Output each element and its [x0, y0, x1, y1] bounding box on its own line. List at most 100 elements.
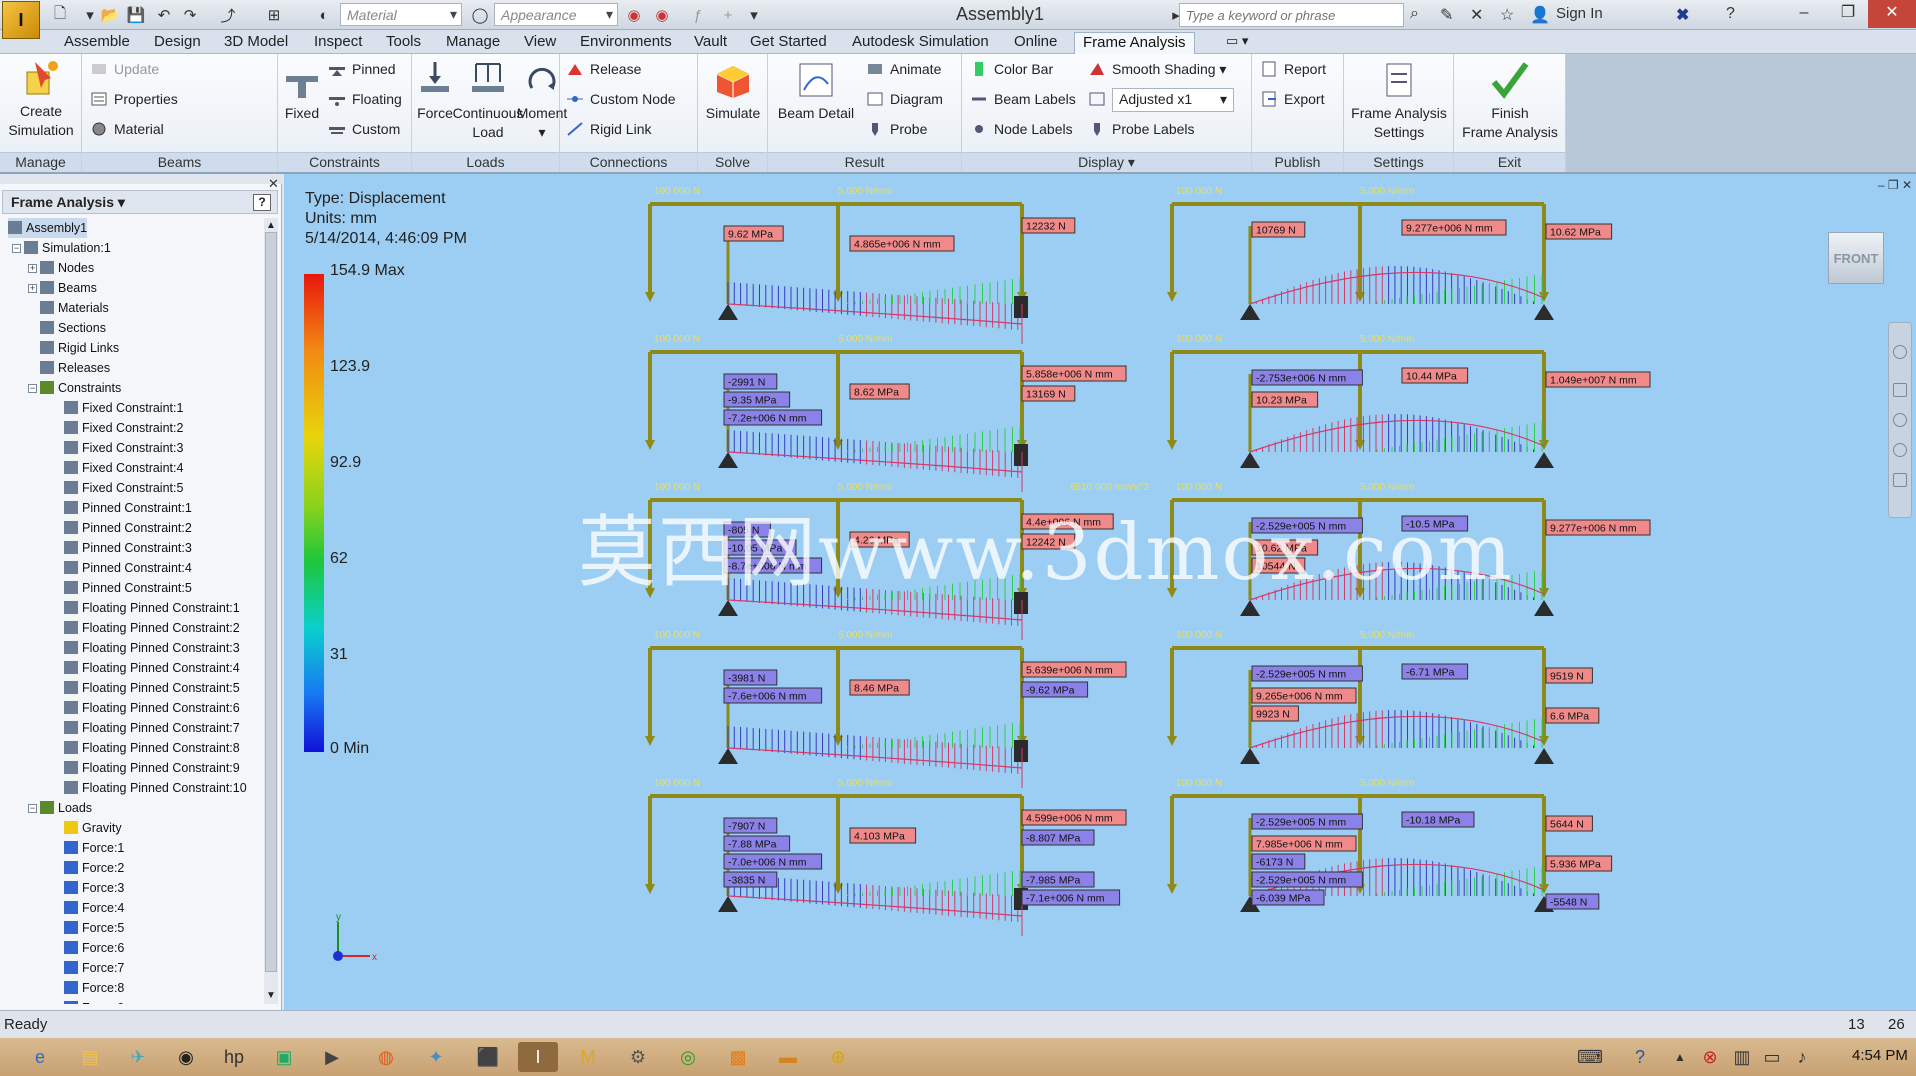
continuous-load-button[interactable]: Continuous Load — [452, 60, 524, 142]
tab-online[interactable]: Online — [1006, 32, 1065, 54]
tree-item[interactable]: Floating Pinned Constraint:10 — [64, 778, 247, 798]
tree-item[interactable]: Floating Pinned Constraint:1 — [64, 598, 240, 618]
tree-item[interactable]: Fixed Constraint:4 — [64, 458, 183, 478]
beam-detail-button[interactable]: Beam Detail — [768, 60, 864, 123]
tree-item[interactable]: Pinned Constraint:5 — [64, 578, 192, 598]
panel-label-display[interactable]: Display ▾ — [962, 152, 1251, 172]
tree-item[interactable]: Force:7 — [64, 958, 124, 978]
help-tray-icon[interactable]: ? — [1620, 1042, 1660, 1072]
simulate-button[interactable]: Simulate — [698, 60, 768, 123]
tree-item[interactable]: Pinned Constraint:1 — [64, 498, 192, 518]
tree-item[interactable]: Force:3 — [64, 878, 124, 898]
color-override-icon[interactable]: ◐ — [312, 4, 336, 26]
zoom-icon[interactable] — [1893, 413, 1907, 427]
appearance-icon[interactable]: ◯ — [468, 4, 492, 26]
tab-frame-analysis[interactable]: Frame Analysis — [1074, 32, 1195, 54]
maximize-button[interactable]: ❐ — [1826, 0, 1870, 28]
tab-view[interactable]: View — [516, 32, 564, 54]
tree-item[interactable]: Pinned Constraint:4 — [64, 558, 192, 578]
tab-environments[interactable]: Environments — [572, 32, 680, 54]
tree-item[interactable]: Force:9 — [64, 998, 124, 1004]
mail-icon[interactable]: M — [568, 1042, 608, 1072]
help-search-input[interactable] — [1179, 3, 1404, 27]
node-labels-button[interactable]: Node Labels — [968, 118, 1073, 140]
keyboard-icon[interactable]: ⌨ — [1570, 1042, 1610, 1072]
export-button[interactable]: Export — [1258, 88, 1324, 110]
tools-icon[interactable]: ✎ — [1440, 5, 1453, 25]
custom-constraint-button[interactable]: Custom — [326, 118, 400, 140]
floating-button[interactable]: Floating — [326, 88, 402, 110]
look-at-icon[interactable] — [1893, 473, 1907, 487]
tree-item[interactable]: Simulation:1 — [24, 238, 111, 258]
sign-in-link[interactable]: Sign In — [1556, 5, 1603, 22]
material-button[interactable]: Material — [88, 118, 164, 140]
tree-item[interactable]: Force:8 — [64, 978, 124, 998]
undo-icon[interactable]: ↶ — [152, 4, 176, 26]
media-icon[interactable]: ◉ — [166, 1042, 206, 1072]
tab-3d-model[interactable]: 3D Model — [216, 32, 296, 54]
orbit-icon[interactable] — [1893, 443, 1907, 457]
new-icon[interactable]: 🗋 — [48, 4, 72, 26]
fx-icon[interactable]: ƒ — [686, 4, 710, 26]
tree-item[interactable]: Pinned Constraint:2 — [64, 518, 192, 538]
tree-item[interactable]: Fixed Constraint:1 — [64, 398, 183, 418]
tree-item[interactable]: Floating Pinned Constraint:9 — [64, 758, 240, 778]
custom-node-button[interactable]: Custom Node — [564, 88, 676, 110]
beam-labels-button[interactable]: Beam Labels — [968, 88, 1076, 110]
tree-item[interactable]: Floating Pinned Constraint:4 — [64, 658, 240, 678]
open-icon[interactable]: 📂 — [98, 4, 122, 26]
browser-help-icon[interactable]: ? — [253, 194, 271, 211]
app-icon[interactable]: ✈ — [118, 1042, 158, 1072]
scroll-down-icon[interactable]: ▼ — [266, 990, 276, 1001]
tree-item[interactable]: Materials — [40, 298, 109, 318]
close-window-button[interactable]: ✕ — [1868, 0, 1916, 28]
adjust-icon[interactable]: ◉ — [622, 4, 646, 26]
help-icon[interactable]: ? — [1726, 5, 1735, 23]
x-icon[interactable]: ✖ — [1676, 5, 1689, 25]
tree-item[interactable]: Gravity — [64, 818, 122, 838]
tree-item[interactable]: Force:2 — [64, 858, 124, 878]
release-button[interactable]: Release — [564, 58, 641, 80]
tab-assemble[interactable]: Assemble — [56, 32, 138, 54]
globe-icon[interactable]: ⊕ — [818, 1042, 858, 1072]
smooth-shading-button[interactable]: Smooth Shading ▾ — [1086, 58, 1226, 80]
explorer-icon[interactable]: ▤ — [70, 1042, 110, 1072]
tree-item[interactable]: Fixed Constraint:2 — [64, 418, 183, 438]
tree-item[interactable]: Constraints — [40, 378, 121, 398]
fixed-button[interactable]: Fixed — [278, 60, 326, 123]
tree-item[interactable]: Assembly1 — [8, 218, 88, 238]
pan-icon[interactable] — [1893, 383, 1907, 397]
frame-analysis-settings-button[interactable]: Frame Analysis Settings — [1344, 60, 1454, 142]
clear-icon[interactable]: ◉ — [650, 4, 674, 26]
pinned-button[interactable]: Pinned — [326, 58, 396, 80]
tree-item[interactable]: Force:1 — [64, 838, 124, 858]
app-menu-button[interactable]: I — [2, 1, 40, 39]
pdf-icon[interactable]: ⬛ — [468, 1042, 508, 1072]
tree-item[interactable]: Nodes — [40, 258, 94, 278]
tab-vault[interactable]: Vault — [686, 32, 735, 54]
viewport-window-controls[interactable]: – ❐ ✕ — [1878, 178, 1912, 192]
tree-item[interactable]: Fixed Constraint:3 — [64, 438, 183, 458]
tree-item[interactable]: Fixed Constraint:5 — [64, 478, 183, 498]
minimize-button[interactable]: – — [1782, 0, 1826, 28]
user-icon[interactable]: 👤 — [1530, 5, 1550, 25]
tab-tools[interactable]: Tools — [378, 32, 429, 54]
redo-icon[interactable]: ↷ — [178, 4, 202, 26]
tab-manage[interactable]: Manage — [438, 32, 508, 54]
save-icon[interactable]: 💾 — [124, 4, 148, 26]
tree-item[interactable]: Loads — [40, 798, 92, 818]
exchange-icon[interactable]: ✕ — [1470, 5, 1483, 25]
folder-icon[interactable]: ▬ — [768, 1042, 808, 1072]
tree-expander[interactable]: − — [12, 244, 21, 253]
animate-button[interactable]: Animate — [864, 58, 941, 80]
appearance-combo[interactable]: Appearance — [494, 3, 618, 26]
tree-expander[interactable]: + — [28, 264, 37, 273]
tree-item[interactable]: Force:4 — [64, 898, 124, 918]
select-icon[interactable]: ⊞ — [262, 4, 286, 26]
video-icon[interactable]: ▶ — [312, 1042, 352, 1072]
tree-item[interactable]: Floating Pinned Constraint:8 — [64, 738, 240, 758]
favorites-icon[interactable]: ☆ — [1500, 5, 1514, 25]
tree-item[interactable]: Floating Pinned Constraint:3 — [64, 638, 240, 658]
displacement-scale-select[interactable]: Adjusted x1 ▾ — [1112, 88, 1234, 112]
viewcube[interactable]: FRONT — [1828, 232, 1884, 284]
